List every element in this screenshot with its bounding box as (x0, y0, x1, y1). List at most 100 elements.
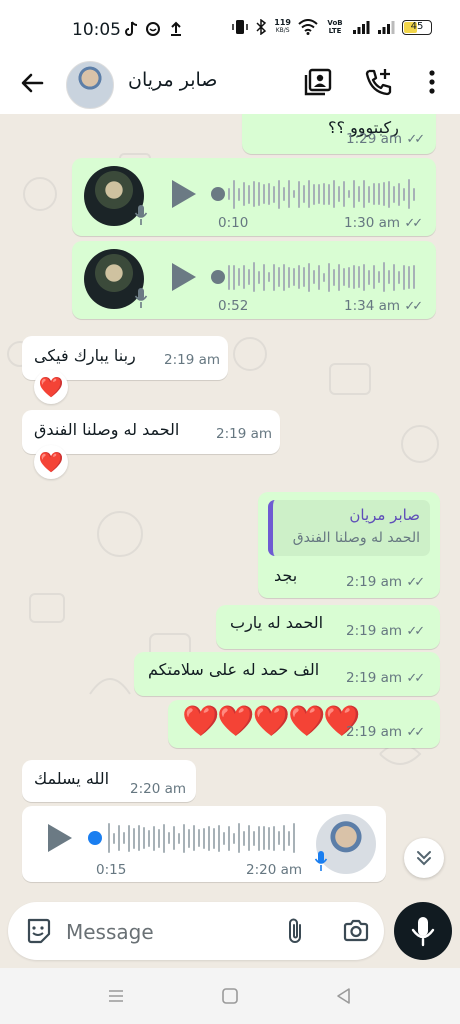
camera-icon[interactable] (342, 917, 370, 945)
system-navigation-bar (0, 968, 460, 1024)
message-text: بجد (274, 566, 298, 585)
waveform-bar (343, 181, 345, 207)
quoted-message[interactable]: صابر مريان الحمد له وصلنا الفندق (268, 500, 430, 556)
reaction-badge[interactable]: ❤️ (34, 370, 68, 404)
play-icon[interactable] (48, 824, 72, 852)
waveform-bar (253, 262, 255, 292)
voice-message-outgoing[interactable]: 0:10 1:30 am ✓✓ (72, 158, 436, 236)
waveform-bar (253, 830, 255, 846)
message-time: 1:29 am ✓✓ (346, 131, 425, 147)
message-bubble-incoming[interactable]: الله يسلمك 2:20 am (22, 760, 196, 802)
waveform-bar (288, 180, 290, 208)
voice-waveform[interactable] (228, 179, 415, 209)
message-time-text: 2:19 am (216, 426, 273, 442)
nav-menu-icon[interactable] (106, 986, 126, 1006)
waveform-bar (333, 268, 335, 286)
waveform-bar (278, 831, 280, 845)
message-time-text: 2:19 am (346, 623, 403, 639)
waveform-bar (318, 264, 320, 290)
waveform-bar (278, 179, 280, 209)
waveform-bar (183, 823, 185, 853)
sticker-icon[interactable] (24, 917, 52, 945)
waveform-bar (303, 185, 305, 203)
signal-1-icon (353, 21, 370, 34)
contact-avatar[interactable] (66, 61, 114, 109)
waveform-bar (243, 182, 245, 206)
waveform-bar (268, 272, 270, 282)
waveform-bar (193, 825, 195, 851)
waveform-bar (273, 263, 275, 291)
waveform-bar (293, 268, 295, 286)
chat-area[interactable]: ركبتووو ؟؟ 1:29 am ✓✓ 0:10 1:30 am ✓✓ 0: (0, 114, 460, 968)
waveform-bar (308, 180, 310, 208)
waveform-bar (313, 270, 315, 284)
waveform-bar (153, 825, 155, 851)
waveform-bar (283, 825, 285, 851)
voice-message-outgoing[interactable]: 0:52 1:34 am ✓✓ (72, 241, 436, 319)
message-text: الله يسلمك (34, 769, 110, 788)
voice-progress-dot[interactable] (211, 187, 225, 201)
contact-name[interactable]: صابر مريان (128, 69, 217, 91)
waveform-bar (288, 830, 290, 846)
battery-indicator: 45 (402, 19, 432, 35)
message-bubble-outgoing[interactable]: الف حمد له على سلامتكم 2:19 am ✓✓ (134, 652, 440, 696)
voice-waveform[interactable] (228, 262, 415, 292)
nav-home-icon[interactable] (220, 986, 240, 1006)
waveform-bar (358, 266, 360, 288)
reaction-badge[interactable]: ❤️ (34, 445, 68, 479)
play-icon[interactable] (172, 180, 196, 208)
waveform-bar (408, 179, 410, 209)
waveform-bar (363, 180, 365, 208)
back-arrow-icon[interactable] (18, 68, 48, 98)
read-receipt-icon: ✓✓ (406, 624, 425, 639)
emoji-message-outgoing[interactable]: ❤️❤️❤️❤️❤️ 2:19 am ✓✓ (168, 700, 440, 748)
play-icon[interactable] (172, 263, 196, 291)
reaction-heart: ❤️ (38, 375, 64, 399)
waveform-bar (198, 829, 200, 847)
quoted-author: صابر مريان (349, 506, 420, 524)
scroll-to-bottom-button[interactable] (404, 838, 444, 878)
waveform-bar (328, 183, 330, 205)
waveform-bar (348, 266, 350, 288)
contact-card-icon[interactable] (302, 66, 334, 98)
voice-progress-dot[interactable] (88, 831, 102, 845)
voice-waveform[interactable] (108, 823, 295, 853)
voice-progress-dot[interactable] (211, 270, 225, 284)
waveform-bar (188, 828, 190, 848)
waveform-bar (308, 262, 310, 292)
waveform-bar (228, 188, 230, 200)
waveform-bar (318, 184, 320, 204)
message-bubble-outgoing[interactable]: ركبتووو ؟؟ 1:29 am ✓✓ (242, 114, 436, 154)
more-vert-icon[interactable] (416, 66, 448, 98)
waveform-bar (168, 832, 170, 844)
message-time-text: 2:19 am (164, 352, 221, 368)
status-right: 119 KB/S VoB LTE 45 (232, 19, 432, 35)
add-call-icon[interactable] (362, 66, 394, 98)
reply-message-outgoing[interactable]: صابر مريان الحمد له وصلنا الفندق بجد 2:1… (258, 492, 440, 598)
waveform-bar (258, 825, 260, 851)
waveform-bar (363, 263, 365, 291)
message-bubble-outgoing[interactable]: الحمد له يارب 2:19 am ✓✓ (216, 605, 440, 649)
read-receipt-icon: ✓✓ (406, 132, 425, 147)
waveform-bar (263, 263, 265, 291)
waveform-bar (173, 826, 175, 850)
waveform-bar (353, 265, 355, 289)
network-speed-unit: KB/S (275, 27, 290, 34)
waveform-bar (248, 184, 250, 204)
waveform-bar (248, 825, 250, 851)
message-text: ربنا يبارك فيكى (34, 346, 136, 365)
message-input[interactable]: Message (66, 920, 154, 944)
record-voice-button[interactable] (394, 902, 452, 960)
waveform-bar (128, 824, 130, 852)
waveform-bar (323, 183, 325, 205)
waveform-bar (298, 265, 300, 289)
waveform-bar (293, 190, 295, 198)
message-time: 2:19 am ✓✓ (346, 623, 425, 639)
waveform-bar (258, 182, 260, 206)
voice-message-incoming[interactable]: 0:15 2:20 am (22, 806, 386, 882)
waveform-bar (223, 831, 225, 845)
nav-back-icon[interactable] (334, 986, 354, 1006)
message-time-text: 1:34 am (344, 298, 401, 314)
network-label: VoB LTE (327, 19, 343, 35)
attach-icon[interactable] (282, 917, 310, 945)
